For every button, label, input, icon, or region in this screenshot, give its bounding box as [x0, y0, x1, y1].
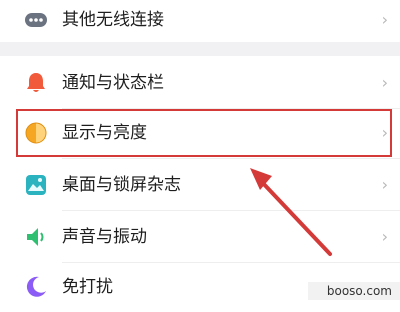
pointer-arrow-icon [250, 168, 332, 256]
watermark: booso.com [308, 282, 400, 300]
settings-list: 其他无线连接 › 通知与状态栏 › 显示与亮度 › 桌面与锁屏杂志 › 声音与振… [0, 0, 400, 300]
